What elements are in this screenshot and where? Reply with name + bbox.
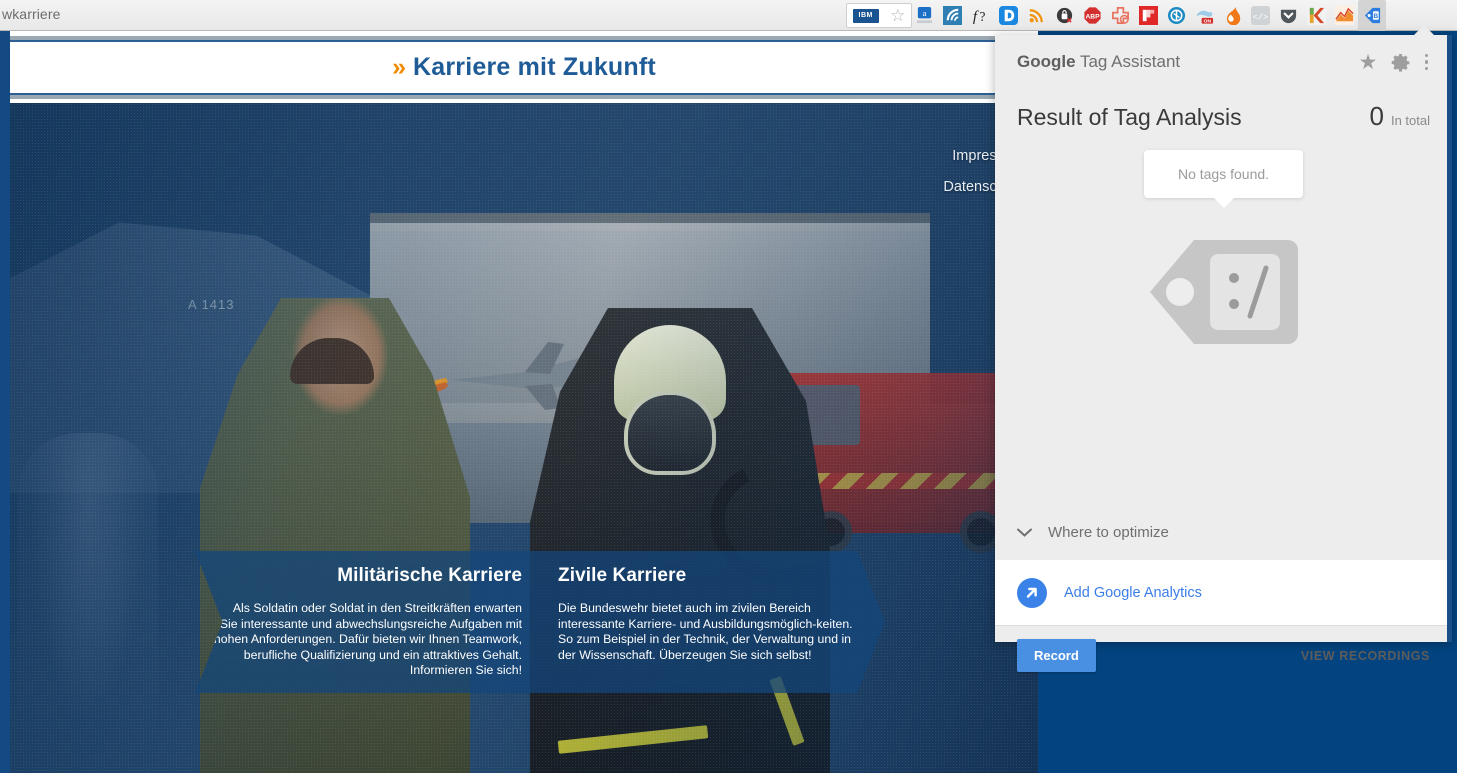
svg-text:a: a: [922, 8, 926, 18]
sad-tag-icon: [1149, 240, 1298, 344]
record-button[interactable]: Record: [1017, 639, 1096, 672]
keepa-icon[interactable]: [1302, 0, 1330, 31]
disconnect-icon[interactable]: [1162, 0, 1190, 31]
panel-title: Militärische Karriere: [337, 565, 522, 586]
onoff-toggle-icon[interactable]: ON: [1190, 0, 1218, 31]
empty-state-message: No tags found.: [1177, 166, 1270, 182]
empty-state-callout: No tags found.: [1143, 150, 1304, 198]
panel-body: Die Bundeswehr bietet auch im zivilen Be…: [558, 601, 853, 662]
view-recordings-link[interactable]: VIEW RECORDINGS: [1301, 649, 1430, 663]
rss-feed-icon[interactable]: [1022, 0, 1050, 31]
bookmark-star-icon[interactable]: ☆: [890, 7, 905, 24]
panel-militaerische-karriere[interactable]: Militärische Karriere Als Soldatin oder …: [195, 551, 540, 693]
popup-right-border: [1447, 35, 1452, 642]
gear-icon[interactable]: [1391, 53, 1410, 72]
svg-text:ON: ON: [1203, 18, 1211, 24]
extension-icons: a f? ABP ON </> B: [910, 0, 1386, 31]
overflow-menu-icon[interactable]: [1423, 52, 1431, 73]
star-icon[interactable]: ★: [1359, 52, 1378, 73]
svg-text:?: ?: [979, 9, 985, 24]
svg-text:f: f: [972, 8, 978, 25]
tab-title: wkarriere: [2, 6, 61, 22]
popup-header-actions: ★: [1359, 52, 1430, 73]
pocket-icon[interactable]: [1274, 0, 1302, 31]
adblock-plus-icon[interactable]: ABP: [1078, 0, 1106, 31]
site-claim-text: Karriere mit Zukunft: [412, 53, 656, 81]
font-finder-icon[interactable]: f?: [966, 0, 994, 31]
page-left-rail: [0, 31, 10, 773]
analytics-arrow-icon: [1017, 577, 1047, 608]
amazon-assistant-icon[interactable]: a: [910, 0, 938, 31]
brand-product: Tag Assistant: [1075, 52, 1181, 71]
svg-text:</>: </>: [1252, 12, 1267, 22]
panel-title: Zivile Karriere: [558, 565, 687, 586]
popup-header: Google Tag Assistant ★: [995, 35, 1452, 89]
tag-count-value: 0: [1369, 101, 1384, 131]
privacy-badger-icon[interactable]: [1050, 0, 1078, 31]
site-badge-icon: IBM: [852, 8, 879, 23]
tag-count-label: In total: [1390, 113, 1430, 128]
career-panels: Militärische Karriere Als Soldatin oder …: [10, 551, 1038, 696]
add-google-analytics-row[interactable]: Add Google Analytics: [995, 560, 1452, 625]
svg-text:B: B: [1373, 13, 1378, 20]
panel-body: Als Soldatin oder Soldat in den Streitkr…: [213, 601, 522, 677]
popup-pointer: [1413, 25, 1435, 36]
add-google-analytics-link[interactable]: Add Google Analytics: [1064, 585, 1202, 601]
result-title: Result of Tag Analysis: [1017, 104, 1242, 130]
result-body: No tags found.: [995, 132, 1452, 504]
tag-assistant-popup: Google Tag Assistant ★ Result of Tag Ana…: [995, 35, 1452, 672]
where-to-optimize-row[interactable]: Where to optimize: [995, 504, 1452, 560]
screen: wkarriere IBM ☆ a f? ABP ON </> B » Karr…: [0, 0, 1457, 773]
chevron-double-right-icon: »: [392, 53, 406, 81]
ghostery-icon[interactable]: [938, 0, 966, 31]
evernote-clipper-icon[interactable]: [1106, 0, 1134, 31]
browser-toolbar: wkarriere IBM ☆ a f? ABP ON </> B: [0, 0, 1457, 31]
site-header: » Karriere mit Zukunft: [10, 36, 1038, 99]
panel-zivile-karriere[interactable]: Zivile Karriere Die Bundeswehr bietet au…: [540, 551, 885, 693]
flipboard-icon[interactable]: [1134, 0, 1162, 31]
brand-google: Google: [1017, 52, 1076, 71]
hero-banner: A 1413: [10, 103, 1038, 773]
popup-brand: Google Tag Assistant: [1017, 52, 1180, 72]
code-tags-icon[interactable]: </>: [1246, 0, 1274, 31]
popup-footer: Record VIEW RECORDINGS: [995, 625, 1452, 685]
tag-count: 0 In total: [1370, 101, 1431, 132]
firefox-flame-icon[interactable]: [1218, 0, 1246, 31]
chevron-down-icon: [1017, 528, 1032, 537]
svg-text:ABP: ABP: [1085, 13, 1100, 20]
analytics-chart-icon[interactable]: [1330, 0, 1358, 31]
page-content-column: » Karriere mit Zukunft A 1413: [0, 31, 1038, 773]
dashlane-icon[interactable]: [994, 0, 1022, 31]
where-to-optimize-label: Where to optimize: [1048, 523, 1169, 541]
omnibox-right-section[interactable]: IBM ☆: [846, 3, 912, 28]
site-claim: » Karriere mit Zukunft: [392, 53, 656, 82]
result-header: Result of Tag Analysis 0 In total: [995, 89, 1452, 132]
tag-assistant-icon[interactable]: B: [1358, 0, 1386, 31]
